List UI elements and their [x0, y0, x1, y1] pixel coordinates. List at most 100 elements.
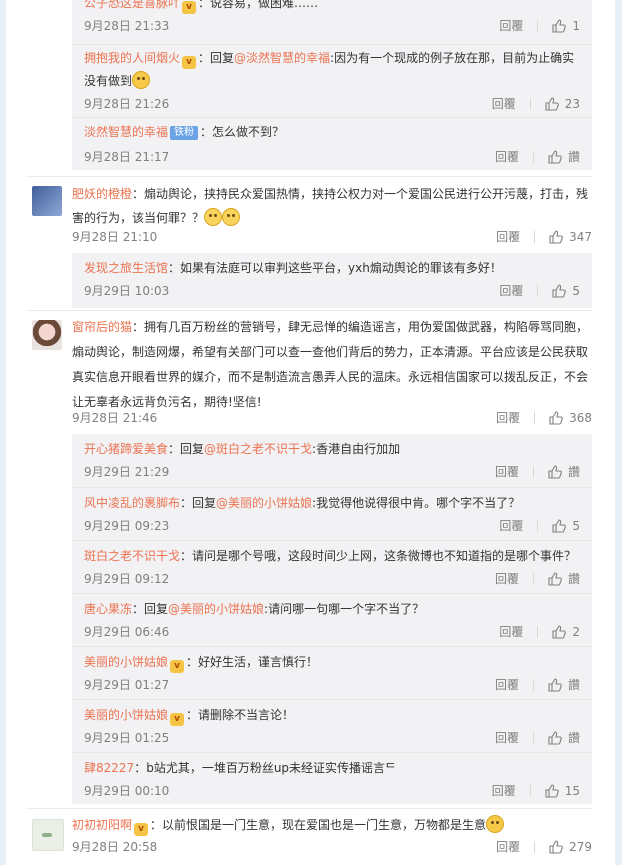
- comment-divider: [26, 310, 592, 311]
- like-button[interactable]: 279: [549, 839, 592, 855]
- like-button[interactable]: 1: [552, 18, 580, 34]
- reply-button[interactable]: 回覆: [495, 464, 519, 480]
- like-count: 讚: [567, 465, 580, 479]
- thumbs-up-icon: [545, 97, 559, 111]
- like-button[interactable]: 讚: [548, 677, 580, 693]
- vip-badge-icon: v: [182, 56, 197, 69]
- reply-nickname[interactable]: 肆82227: [84, 761, 134, 775]
- thumbs-up-icon: [548, 465, 562, 479]
- reply-text: :请问哪一句哪一个字不当了？: [264, 602, 425, 616]
- reply-nickname[interactable]: 公子恐这是喜脉吖: [84, 0, 180, 10]
- reply-nickname[interactable]: 唐心果冻: [84, 602, 132, 616]
- reply-text: 请问是哪个号哦，这段时间少上网，这条微博也不知道指的是哪个事件？: [192, 549, 577, 563]
- comment-actions: 回覆 347: [496, 229, 592, 245]
- thumbs-up-icon: [548, 150, 562, 164]
- reply-text: 说容易，做困难……: [210, 0, 319, 10]
- reply-nickname[interactable]: 斑白之老不识干戈: [84, 549, 180, 563]
- reply-button[interactable]: 回覆: [492, 96, 516, 112]
- avatar[interactable]: [32, 320, 62, 350]
- reply-nickname[interactable]: 美丽的小饼姑娘: [84, 708, 168, 722]
- mention-link[interactable]: @斑白之老不识干戈: [204, 442, 312, 456]
- reply-button[interactable]: 回覆: [492, 783, 516, 799]
- like-button[interactable]: 2: [552, 624, 580, 640]
- avatar[interactable]: [32, 186, 62, 216]
- reply-text: :我觉得他说得很中肯。哪个字不当了？: [312, 496, 521, 510]
- comment-body: 窗帘后的猫：拥有几百万粉丝的营销号，肆无忌惮的编造谣言，用伪爱国做武器，构陷辱骂…: [72, 315, 592, 415]
- like-button[interactable]: 讚: [548, 730, 580, 746]
- reply-prefix: ：回复: [168, 442, 205, 456]
- comment-nickname[interactable]: 初初初阳啊: [72, 818, 132, 832]
- like-button[interactable]: 5: [552, 518, 580, 534]
- divider: [534, 841, 536, 853]
- like-count: 2: [572, 625, 580, 639]
- divider: [532, 466, 534, 478]
- like-button[interactable]: 347: [549, 229, 592, 245]
- reply-button[interactable]: 回覆: [495, 571, 519, 587]
- reply-time: 9月28日 21:33: [84, 19, 170, 33]
- reply-time: 9月29日 10:03: [84, 284, 170, 298]
- reply-actions: 回覆 2: [499, 624, 580, 640]
- reply-item: 淡然智慧的幸福 铁粉 ：怎么做不到？ 9月28日 21:17 回覆 讚: [72, 117, 592, 171]
- like-button[interactable]: 讚: [548, 571, 580, 587]
- avatar[interactable]: [32, 819, 64, 851]
- divider: [537, 626, 539, 638]
- mention-link[interactable]: @美丽的小饼姑娘: [216, 496, 312, 510]
- comment-divider: [26, 808, 592, 809]
- reply-nickname[interactable]: 拥抱我的人间烟火: [84, 51, 180, 65]
- reply-nickname[interactable]: 美丽的小饼姑娘: [84, 655, 168, 669]
- reply-nickname[interactable]: 淡然智慧的幸福: [84, 125, 168, 139]
- like-button[interactable]: 5: [552, 283, 580, 299]
- reply-button[interactable]: 回覆: [495, 149, 519, 165]
- reply-prefix: ：回复: [132, 602, 169, 616]
- reply-item: 美丽的小饼姑娘 v ：好好生活，谨言慎行！ 9月29日 01:27 回覆 讚: [72, 646, 592, 700]
- reply-button[interactable]: 回覆: [496, 410, 520, 426]
- like-button[interactable]: 368: [549, 410, 592, 426]
- reply-nickname[interactable]: 风中凌乱的裹脚布: [84, 496, 180, 510]
- reply-actions: 回覆 1: [499, 18, 580, 34]
- comment-text: ：拥有几百万粉丝的营销号，肆无忌惮的编造谣言，用伪爱国做武器，构陷辱骂同胞，煽动…: [72, 320, 589, 409]
- reply-nickname[interactable]: 开心猪蹄爱美食: [84, 442, 168, 456]
- reply-prefix: ：: [186, 708, 199, 722]
- reply-prefix: ：回复: [180, 496, 217, 510]
- reply-text: 请删除不当言论！: [198, 708, 295, 722]
- reply-button[interactable]: 回覆: [496, 229, 520, 245]
- thumbs-up-icon: [548, 572, 562, 586]
- reply-prefix: ：: [200, 125, 213, 139]
- mention-link[interactable]: @美丽的小饼姑娘: [168, 602, 264, 616]
- reply-button[interactable]: 回覆: [499, 18, 523, 34]
- like-count: 讚: [567, 150, 580, 164]
- like-button[interactable]: 23: [545, 96, 580, 112]
- like-count: 23: [564, 97, 580, 111]
- reply-text: 如果有法庭可以审判这些平台，yxh煽动舆论的罪该有多好！: [180, 261, 502, 275]
- comment-nickname[interactable]: 窗帘后的猫: [72, 320, 132, 334]
- like-button[interactable]: 讚: [548, 149, 580, 165]
- comment-body: 初初初阳啊 v ：以前恨国是一门生意，现在爱国也是一门生意，万物都是生意: [72, 813, 592, 837]
- reply-time: 9月29日 09:23: [84, 519, 170, 533]
- like-count: 5: [572, 284, 580, 298]
- left-frame: [0, 0, 6, 865]
- like-count: 5: [572, 519, 580, 533]
- thumbs-up-icon: [545, 784, 559, 798]
- mention-link[interactable]: @淡然智慧的幸福: [234, 51, 330, 65]
- comment-nickname[interactable]: 肥妖的橙橙: [72, 187, 132, 201]
- comment-item: 窗帘后的猫：拥有几百万粉丝的营销号，肆无忌惮的编造谣言，用伪爱国做武器，构陷辱骂…: [26, 315, 592, 430]
- reply-time: 9月28日 21:26: [84, 97, 170, 111]
- reply-item: 发现之旅生活馆：如果有法庭可以审判这些平台，yxh煽动舆论的罪该有多好！ 9月2…: [72, 253, 592, 308]
- like-button[interactable]: 15: [545, 783, 580, 799]
- thumbs-up-icon: [549, 840, 563, 854]
- reply-button[interactable]: 回覆: [495, 677, 519, 693]
- reply-button[interactable]: 回覆: [495, 730, 519, 746]
- comment-divider: [26, 176, 592, 177]
- reply-button[interactable]: 回覆: [499, 518, 523, 534]
- like-button[interactable]: 讚: [548, 464, 580, 480]
- reply-button[interactable]: 回覆: [499, 283, 523, 299]
- reply-actions: 回覆 讚: [495, 677, 580, 693]
- crying-emoji-icon: [222, 208, 241, 226]
- reply-actions: 回覆 23: [492, 96, 580, 112]
- reply-button[interactable]: 回覆: [499, 624, 523, 640]
- divider: [532, 573, 534, 585]
- reply-nickname[interactable]: 发现之旅生活馆: [84, 261, 168, 275]
- divider: [529, 785, 531, 797]
- divider: [534, 412, 536, 424]
- reply-button[interactable]: 回覆: [496, 839, 520, 855]
